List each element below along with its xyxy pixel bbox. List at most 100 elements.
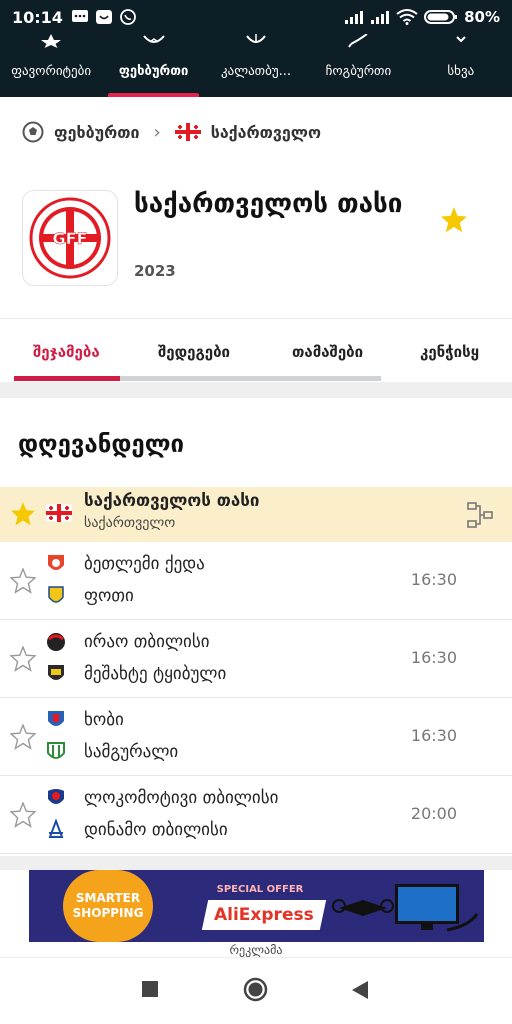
- team-crest-icon: [47, 742, 65, 759]
- gff-logo-icon: GFF: [29, 197, 111, 279]
- match-time: 20:00: [410, 804, 457, 823]
- match-time: 16:30: [410, 726, 457, 745]
- match-row[interactable]: ირაო თბილისი მეშახტე ტყიბული 16:30: [0, 620, 512, 698]
- ad-label: რეკლამა: [229, 943, 283, 957]
- subtabs-active-indicator: [14, 376, 120, 381]
- basketball-icon: [246, 34, 266, 43]
- breadcrumb-sport[interactable]: ფეხბურთი: [22, 121, 140, 143]
- section-title: დღევანდელი: [18, 430, 184, 458]
- breadcrumb-country[interactable]: საქართველო: [174, 122, 322, 142]
- home-button[interactable]: [243, 977, 268, 1002]
- ad-badge: SMARTER SHOPPING: [63, 870, 153, 942]
- match-time: 16:30: [410, 648, 457, 667]
- wifi-icon: [396, 9, 418, 25]
- star-outline-icon: [9, 567, 37, 594]
- smile-app-icon: [95, 10, 112, 24]
- georgia-flag-icon: [45, 503, 73, 526]
- tab-results[interactable]: შედეგები: [158, 343, 230, 361]
- signal-icon: [345, 11, 364, 24]
- favorite-star-button[interactable]: [440, 206, 468, 238]
- bracket-button[interactable]: [466, 501, 494, 533]
- away-team: დინამო თბილისი: [84, 820, 228, 840]
- ad-brand: AliExpress: [214, 905, 314, 925]
- competition-country: საქართველო: [84, 515, 176, 531]
- league-header: GFF საქართველოს თასი 2023: [0, 170, 512, 318]
- team-crest-icon: [48, 665, 64, 680]
- match-row[interactable]: ხობი სამგურალი 16:30: [0, 698, 512, 776]
- breadcrumb: ფეხბურთი › საქართველო: [0, 97, 512, 167]
- tab-label: ჩოგბურთი: [325, 64, 392, 79]
- whatsapp-icon: [120, 9, 136, 25]
- chevron-right-icon: ›: [153, 121, 161, 143]
- star-icon: [41, 34, 62, 48]
- tab-favorites[interactable]: ფავორიტები: [0, 34, 102, 97]
- recents-button[interactable]: [141, 980, 159, 998]
- breadcrumb-country-label: საქართველო: [210, 122, 322, 142]
- chevron-down-icon: [456, 36, 466, 43]
- system-navbar: [0, 957, 512, 1024]
- battery-percent: 80%: [464, 8, 500, 26]
- ad-banner[interactable]: SMARTER SHOPPING SPECIAL OFFER AliExpres…: [29, 870, 484, 942]
- divider: [0, 382, 512, 398]
- match-favorite-button[interactable]: [9, 645, 37, 676]
- home-team: ლოკომოტივი თბილისი: [84, 788, 279, 808]
- chat-icon: [71, 10, 88, 22]
- tab-football[interactable]: ფეხბურთი: [102, 34, 204, 97]
- sport-tabs: ფავორიტები ფეხბურთი კალათბუ... ჩოგბურთი …: [0, 34, 512, 97]
- tab-draw[interactable]: კენჭისყ: [420, 343, 479, 361]
- back-button[interactable]: [351, 980, 369, 1000]
- match-favorite-button[interactable]: [9, 801, 37, 832]
- georgia-flag-icon: [174, 123, 201, 141]
- signal-icon-2: [371, 11, 390, 24]
- star-outline-icon: [9, 801, 37, 828]
- ad-brand-box: AliExpress: [201, 900, 327, 930]
- star-outline-icon: [9, 645, 37, 672]
- team-crest-icon: [48, 555, 64, 570]
- league-year: 2023: [134, 262, 176, 280]
- tab-label: კალათბუ...: [221, 64, 292, 79]
- competition-favorite-button[interactable]: [10, 501, 36, 531]
- competition-row[interactable]: საქართველოს თასი საქართველო: [0, 487, 512, 542]
- soccer-ball-icon: [22, 121, 44, 143]
- match-favorite-button[interactable]: [9, 723, 37, 754]
- team-crest-icon: [48, 586, 64, 603]
- bracket-icon: [467, 502, 493, 528]
- tab-tennis[interactable]: ჩოგბურთი: [307, 34, 409, 97]
- star-filled-icon: [441, 207, 467, 233]
- logo-text: GFF: [53, 229, 88, 248]
- home-team: ხობი: [84, 710, 124, 730]
- star-filled-icon: [11, 502, 35, 526]
- tennis-icon: [348, 34, 369, 48]
- team-crest-icon: [47, 633, 65, 651]
- ad-offer: SPECIAL OFFER: [216, 884, 304, 895]
- status-bar: 10:14 80%: [0, 0, 512, 34]
- tab-label: ფეხბურთი: [118, 64, 189, 79]
- tab-basketball[interactable]: კალათბუ...: [205, 34, 307, 97]
- match-favorite-button[interactable]: [9, 567, 37, 598]
- tab-fixtures[interactable]: თამაშები: [292, 343, 363, 361]
- star-outline-icon: [9, 723, 37, 750]
- divider: [0, 856, 512, 870]
- home-team: ბეთლემი ქედა: [84, 554, 205, 574]
- league-logo: GFF: [22, 190, 118, 286]
- battery-icon: [424, 10, 458, 24]
- soccer-ball-icon: [142, 35, 165, 43]
- tab-more[interactable]: სხვა: [410, 34, 512, 97]
- match-row[interactable]: ბეთლემი ქედა ფოთი 16:30: [0, 542, 512, 620]
- away-team: სამგურალი: [84, 742, 179, 762]
- tab-label: ფავორიტები: [11, 64, 92, 79]
- tab-label: სხვა: [447, 64, 475, 79]
- team-crest-icon: [48, 819, 64, 838]
- competition-name: საქართველოს თასი: [84, 491, 260, 511]
- away-team: მეშახტე ტყიბული: [84, 664, 227, 684]
- league-title: საქართველოს თასი: [134, 189, 403, 219]
- team-crest-icon: [48, 711, 64, 726]
- match-time: 16:30: [410, 570, 457, 589]
- breadcrumb-sport-label: ფეხბურთი: [54, 122, 140, 142]
- tab-summary[interactable]: შეჯამება: [33, 343, 100, 361]
- match-row[interactable]: ლოკომოტივი თბილისი დინამო თბილისი 20:00: [0, 776, 512, 854]
- team-crest-icon: [48, 789, 64, 804]
- home-team: ირაო თბილისი: [84, 632, 210, 652]
- league-subtabs: შეჯამება შედეგები თამაშები კენჭისყ: [0, 318, 512, 382]
- status-time: 10:14: [12, 7, 63, 27]
